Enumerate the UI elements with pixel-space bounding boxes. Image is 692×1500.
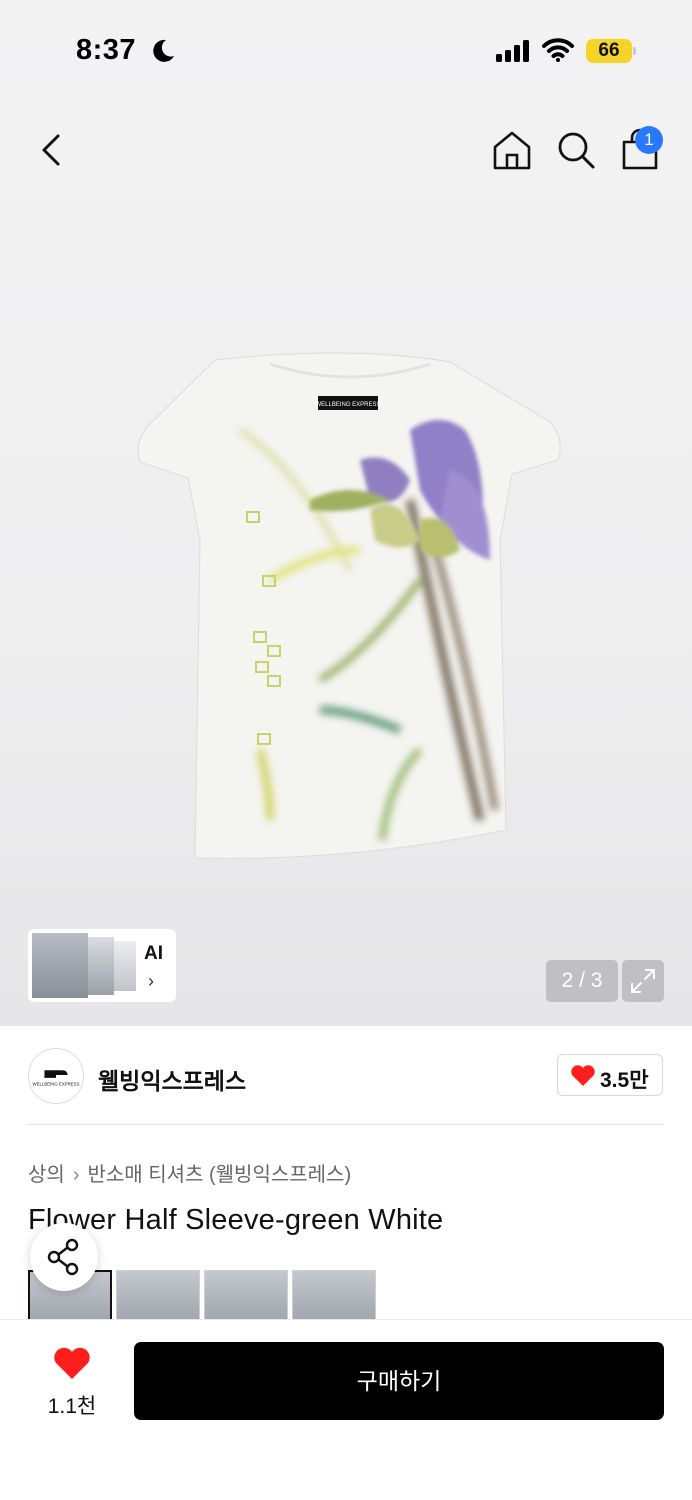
back-icon[interactable] <box>32 128 72 172</box>
divider <box>28 1124 664 1125</box>
product-title: Flower Half Sleeve-green White <box>28 1204 444 1236</box>
brand-logo[interactable]: WELLBEING EXPRESS <box>28 1048 84 1104</box>
expand-icon[interactable] <box>622 960 664 1002</box>
product-label-text: WELLBEING EXPRESS <box>315 402 380 408</box>
ai-label: AI <box>144 943 163 964</box>
buy-button[interactable]: 구매하기 <box>134 1342 664 1420</box>
breadcrumb-item[interactable]: 반소매 티셔츠 (웰빙익스프레스) <box>87 1158 351 1187</box>
battery-cap <box>633 47 636 55</box>
chevron-right-icon: › <box>148 971 154 991</box>
bottom-bar: 1.1천 구매하기 <box>0 1319 692 1500</box>
wifi-icon <box>542 38 574 62</box>
share-icon[interactable] <box>30 1223 98 1291</box>
cart-count-badge: 1 <box>635 126 663 154</box>
heart-icon <box>54 1347 90 1379</box>
brand-row: WELLBEING EXPRESS 웰빙익스프레스 3.5만 <box>0 1026 692 1126</box>
product-hero[interactable]: 8:37 66 1 WELLBEING EXPRESS AI › 2 / 3 <box>0 0 692 1026</box>
brand-like-button[interactable]: 3.5만 <box>557 1054 663 1096</box>
moon-icon <box>153 39 174 62</box>
chevron-right-icon: › <box>72 1164 80 1186</box>
signal-icon <box>496 40 529 62</box>
product-image[interactable]: WELLBEING EXPRESS <box>120 350 580 870</box>
variant-thumbnail[interactable] <box>292 1270 376 1320</box>
variant-thumbnail[interactable] <box>204 1270 288 1320</box>
home-icon[interactable] <box>490 128 534 172</box>
variant-thumbnail[interactable] <box>116 1270 200 1320</box>
ai-fitting-thumbnail[interactable]: AI › <box>28 929 176 1002</box>
favorite-count: 1.1천 <box>47 1395 97 1418</box>
battery-indicator: 66 <box>586 39 632 63</box>
status-time: 8:37 <box>76 34 137 66</box>
brand-name[interactable]: 웰빙익스프레스 <box>98 1062 246 1096</box>
favorite-button[interactable]: 1.1천 <box>40 1344 104 1424</box>
brand-like-count: 3.5만 <box>600 1069 649 1092</box>
heart-icon <box>571 1065 595 1086</box>
brand-logo-text: WELLBEING EXPRESS <box>33 1082 80 1087</box>
breadcrumb: 상의 › 반소매 티셔츠 (웰빙익스프레스) <box>28 1158 351 1187</box>
image-pager: 2 / 3 <box>546 960 618 1002</box>
status-bar: 8:37 66 <box>0 0 692 100</box>
search-icon[interactable] <box>554 128 598 172</box>
thumbnail-image <box>114 941 136 991</box>
thumbnail-image <box>32 933 88 998</box>
breadcrumb-item[interactable]: 상의 <box>28 1158 65 1187</box>
thumbnail-image <box>88 937 114 995</box>
